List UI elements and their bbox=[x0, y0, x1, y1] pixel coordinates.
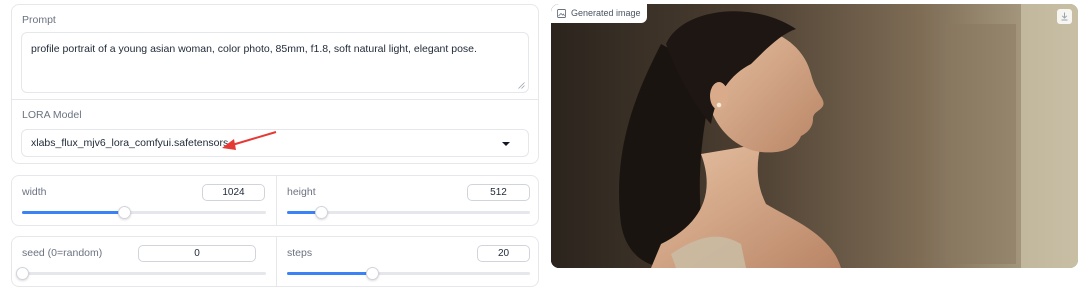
steps-slider[interactable] bbox=[287, 267, 530, 280]
sampling-sliders-row: seed (0=random) 0 steps 20 bbox=[11, 236, 539, 287]
prompt-label: Prompt bbox=[22, 14, 56, 26]
image-icon bbox=[557, 9, 566, 18]
resize-grip-icon[interactable] bbox=[518, 82, 525, 89]
width-slider[interactable] bbox=[22, 206, 266, 219]
generated-image bbox=[551, 4, 1078, 268]
height-slider[interactable] bbox=[287, 206, 530, 219]
steps-slider-group: steps 20 bbox=[276, 237, 540, 286]
lora-label: LORA Model bbox=[22, 109, 82, 121]
steps-slider-thumb[interactable] bbox=[366, 267, 380, 280]
steps-slider-fill bbox=[287, 272, 373, 275]
generated-image-label: Generated image bbox=[551, 4, 647, 23]
prompt-textarea[interactable]: profile portrait of a young asian woman,… bbox=[21, 32, 529, 93]
width-slider-fill bbox=[22, 211, 125, 214]
prompt-panel: Prompt profile portrait of a young asian… bbox=[11, 4, 539, 164]
download-icon bbox=[1061, 12, 1068, 21]
width-slider-thumb[interactable] bbox=[118, 206, 132, 219]
lora-selected-value: xlabs_flux_mjv6_lora_comfyui.safetensors bbox=[31, 137, 229, 149]
annotation-arrow-icon bbox=[222, 131, 277, 150]
generated-image-label-text: Generated image bbox=[571, 8, 641, 18]
size-sliders-row: width 1024 height 512 bbox=[11, 175, 539, 226]
seed-slider-thumb[interactable] bbox=[16, 267, 29, 280]
steps-input[interactable]: 20 bbox=[477, 245, 530, 262]
seed-input[interactable]: 0 bbox=[138, 245, 256, 262]
width-input[interactable]: 1024 bbox=[202, 184, 265, 201]
prompt-text: profile portrait of a young asian woman,… bbox=[31, 43, 477, 55]
seed-slider[interactable] bbox=[16, 267, 266, 280]
steps-label: steps bbox=[287, 247, 313, 259]
seed-label: seed (0=random) bbox=[22, 247, 103, 259]
width-slider-group: width 1024 bbox=[12, 176, 276, 225]
width-label: width bbox=[22, 186, 47, 198]
height-slider-thumb[interactable] bbox=[315, 206, 329, 219]
panel-divider bbox=[12, 99, 538, 100]
height-input[interactable]: 512 bbox=[467, 184, 530, 201]
seed-slider-group: seed (0=random) 0 bbox=[12, 237, 276, 286]
download-button[interactable] bbox=[1057, 9, 1072, 24]
chevron-down-icon bbox=[502, 142, 510, 146]
generated-image-panel: Generated image bbox=[551, 4, 1078, 268]
height-slider-group: height 512 bbox=[276, 176, 540, 225]
height-label: height bbox=[287, 186, 316, 198]
